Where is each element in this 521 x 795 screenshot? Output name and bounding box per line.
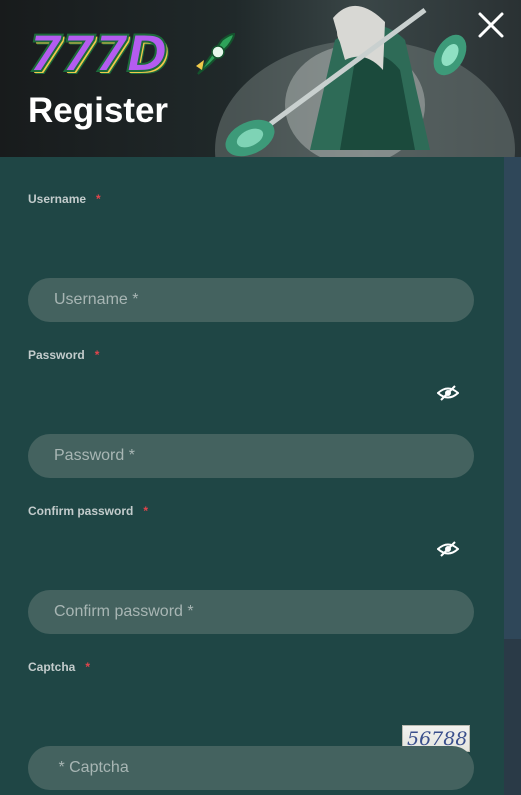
brand-logo: 777D [27,25,169,83]
eye-off-icon[interactable] [437,384,459,402]
page-title: Register [28,91,169,130]
username-label-text: Username [28,192,87,206]
password-label-text: Password [28,348,85,362]
required-mark: * [143,504,149,518]
username-label: Username * [28,192,101,206]
captcha-input[interactable] [28,746,474,790]
confirm-password-label-text: Confirm password [28,504,134,518]
scrollbar-thumb[interactable] [504,157,521,639]
register-header: 777D Register [0,0,521,157]
captcha-label: Captcha * [28,660,90,674]
confirm-password-label: Confirm password * [28,504,148,518]
close-icon[interactable] [474,8,508,42]
required-mark: * [85,660,91,674]
required-mark: * [94,348,100,362]
required-mark: * [96,192,101,206]
captcha-label-text: Captcha [28,660,76,674]
confirm-password-input[interactable] [28,590,474,634]
rocket-icon [196,32,236,75]
eye-off-icon[interactable] [437,540,459,558]
username-input[interactable] [28,278,474,322]
password-input[interactable] [28,434,474,478]
password-label: Password * [28,348,99,362]
